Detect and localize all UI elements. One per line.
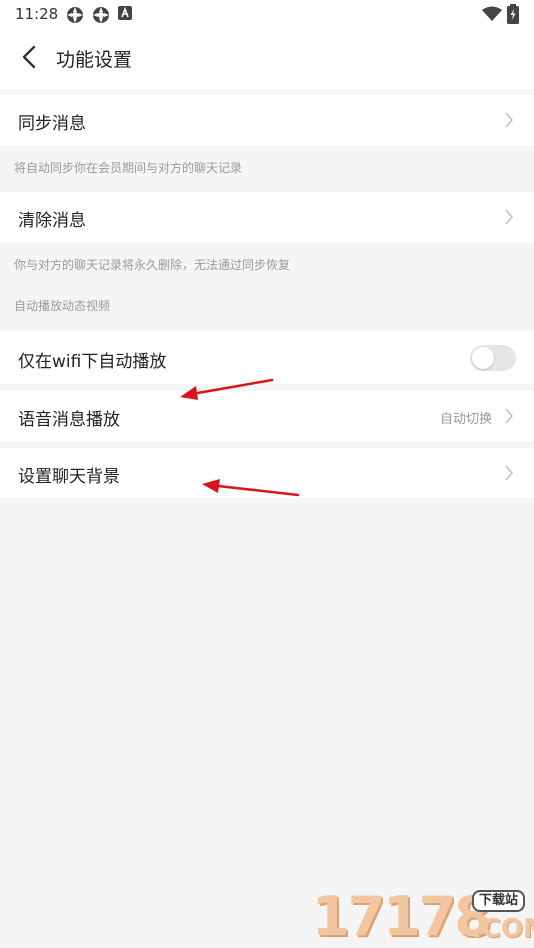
sync-messages-label: 同步消息 (18, 114, 86, 134)
status-time: 11:28 (15, 5, 59, 23)
annotation-arrow-icon (180, 378, 274, 400)
sync-messages-note: 将自动同步你在会员期间与对方的聊天记录 (14, 161, 243, 175)
app-icon (118, 6, 132, 20)
chevron-right-icon (505, 209, 514, 225)
clear-messages-row[interactable]: 清除消息 (0, 192, 534, 243)
notification-icon (93, 7, 109, 23)
clear-messages-label: 清除消息 (18, 211, 86, 231)
header: 功能设置 (0, 28, 534, 89)
wifi-icon (482, 6, 502, 21)
clear-messages-note: 你与对方的聊天记录将永久删除，无法通过同步恢复 (14, 258, 291, 272)
wifi-autoplay-toggle[interactable] (470, 345, 516, 371)
battery-icon (507, 4, 519, 24)
watermark-logo: 17178 下载站 .COM (312, 886, 534, 948)
page-title: 功能设置 (56, 49, 133, 71)
toggle-knob (472, 347, 494, 369)
chevron-right-icon (505, 408, 514, 424)
watermark-number: 17178 (312, 885, 492, 948)
status-bar: 11:28 (0, 0, 534, 28)
video-section-title: 自动播放动态视频 (14, 299, 111, 313)
wifi-autoplay-label: 仅在wifi下自动播放 (18, 352, 167, 372)
voice-playback-value: 自动切换 (439, 412, 492, 427)
chevron-right-icon (505, 465, 514, 481)
chat-background-label: 设置聊天背景 (18, 467, 120, 487)
watermark-badge: 下载站 (472, 890, 526, 912)
watermark-suffix: .COM (472, 914, 534, 944)
chevron-left-icon[interactable] (10, 38, 50, 78)
annotation-arrow-icon (202, 479, 300, 497)
voice-playback-label: 语音消息播放 (18, 410, 120, 430)
sync-messages-row[interactable]: 同步消息 (0, 95, 534, 146)
chevron-right-icon (505, 112, 514, 128)
notification-icon (67, 7, 83, 23)
